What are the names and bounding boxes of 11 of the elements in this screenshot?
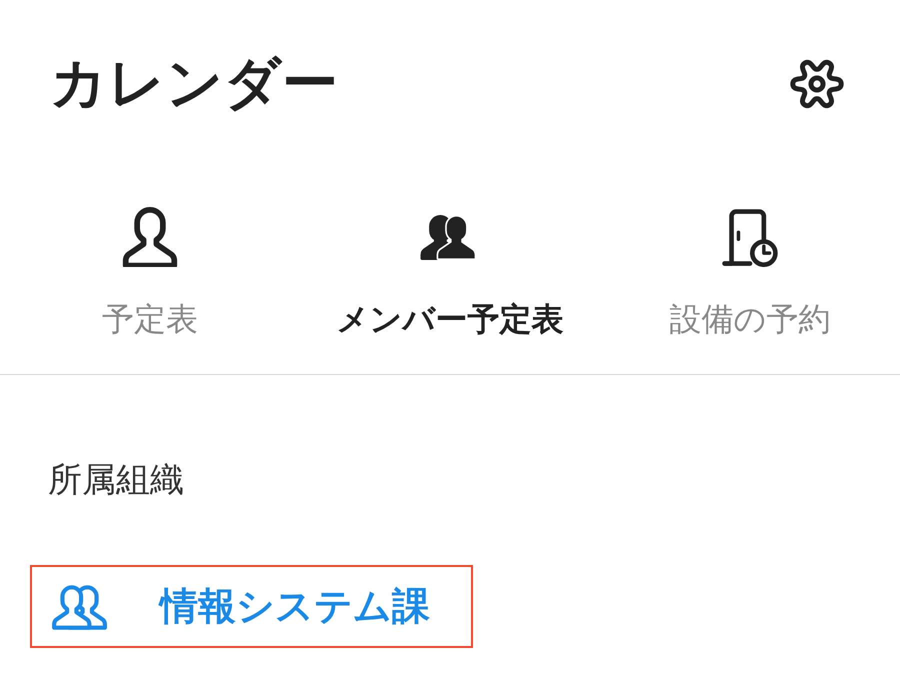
people-outline-icon xyxy=(50,584,108,630)
person-icon xyxy=(120,207,180,267)
settings-icon[interactable] xyxy=(790,57,844,111)
tab[interactable]: 設備の予約 xyxy=(600,190,900,374)
tab[interactable]: メンバー予定表 xyxy=(300,190,600,374)
organization-name: 情報システム課 xyxy=(160,583,430,630)
door-clock-icon xyxy=(720,207,780,267)
organization-item[interactable]: 情報システム課 xyxy=(30,565,473,648)
section-heading: 所属組織 xyxy=(47,459,185,502)
tab[interactable]: 予定表 xyxy=(0,190,300,374)
page-title: カレンダー xyxy=(50,50,339,118)
